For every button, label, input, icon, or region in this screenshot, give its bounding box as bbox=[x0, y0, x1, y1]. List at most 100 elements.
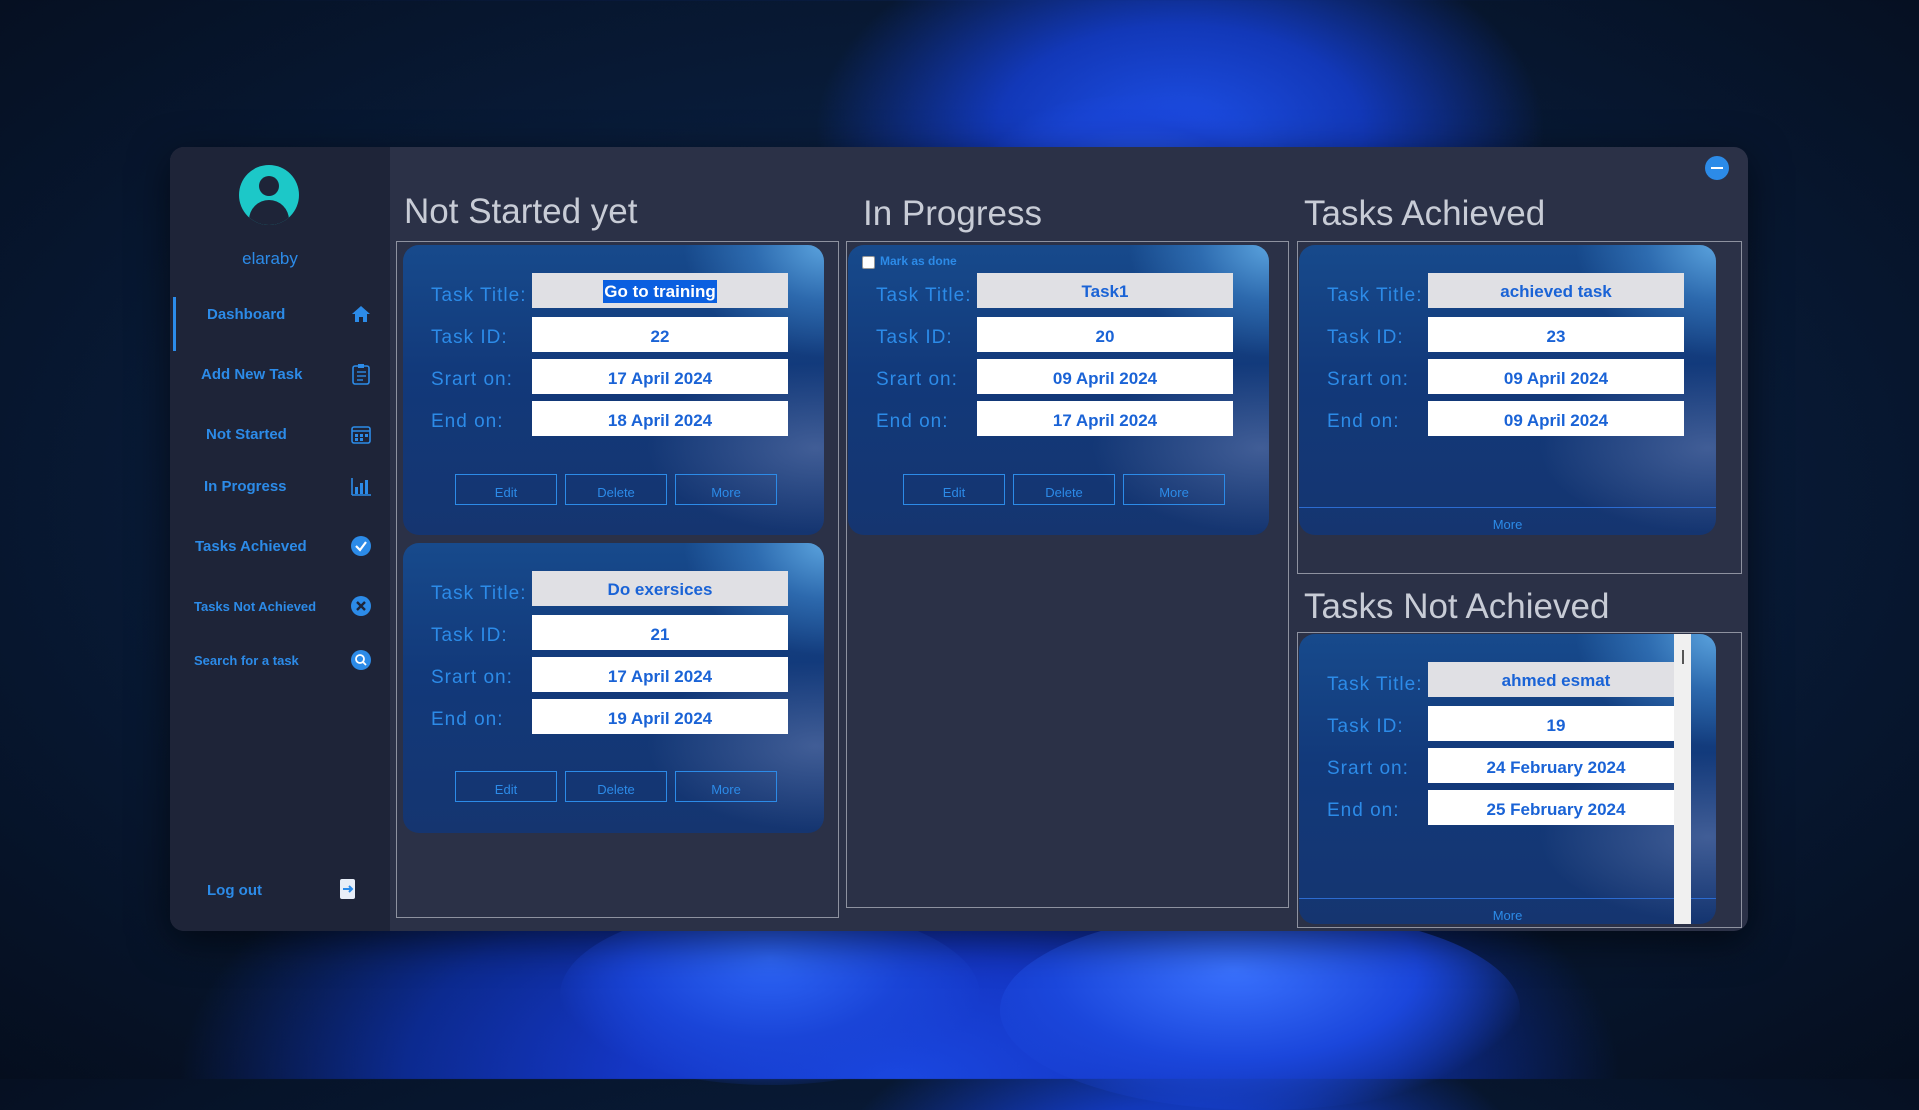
more-button[interactable]: More bbox=[1299, 507, 1716, 535]
sidebar-item-label: Tasks Achieved bbox=[195, 538, 307, 555]
task-title-field[interactable]: ahmed esmat bbox=[1428, 662, 1684, 697]
task-id-field[interactable]: 23 bbox=[1428, 317, 1684, 352]
calendar-icon bbox=[351, 426, 371, 444]
delete-button[interactable]: Delete bbox=[565, 771, 667, 802]
task-title-field[interactable]: Go to training bbox=[532, 273, 788, 308]
task-title-label: Task Title: bbox=[1327, 674, 1423, 695]
task-title-field[interactable]: Do exersices bbox=[532, 571, 788, 606]
task-card: Task Title: achieved task Task ID: 23 Sr… bbox=[1299, 245, 1716, 535]
wallpaper-petal bbox=[560, 905, 980, 1085]
in-progress-panel: Mark as done Task Title: Task1 Task ID: … bbox=[846, 241, 1289, 908]
end-on-label: End on: bbox=[1327, 411, 1400, 432]
sidebar-item-label: Tasks Not Achieved bbox=[194, 599, 317, 614]
column-title-not-started: Not Started yet bbox=[404, 192, 638, 231]
avatar-icon[interactable] bbox=[239, 165, 299, 225]
task-title-field[interactable]: Task1 bbox=[977, 273, 1233, 308]
x-circle-icon bbox=[351, 596, 371, 616]
delete-button[interactable]: Delete bbox=[1013, 474, 1115, 505]
start-on-label: Srart on: bbox=[876, 369, 958, 390]
edit-button[interactable]: Edit bbox=[455, 474, 557, 505]
minimize-icon[interactable] bbox=[1705, 156, 1729, 180]
search-icon bbox=[351, 650, 371, 670]
start-date-field[interactable]: 09 April 2024 bbox=[1428, 359, 1684, 394]
achieved-panel: Task Title: achieved task Task ID: 23 Sr… bbox=[1297, 241, 1742, 574]
task-title-label: Task Title: bbox=[431, 285, 527, 306]
edit-button[interactable]: Edit bbox=[455, 771, 557, 802]
sidebar-item-label: Not Started bbox=[206, 426, 287, 443]
start-on-label: Srart on: bbox=[1327, 369, 1409, 390]
column-title-achieved: Tasks Achieved bbox=[1304, 194, 1546, 233]
mark-done-label: Mark as done bbox=[880, 254, 957, 268]
bar-chart-icon bbox=[351, 478, 371, 496]
delete-button[interactable]: Delete bbox=[565, 474, 667, 505]
task-id-field[interactable]: 21 bbox=[532, 615, 788, 650]
task-id-label: Task ID: bbox=[876, 327, 953, 348]
end-on-label: End on: bbox=[431, 411, 504, 432]
more-button[interactable]: More bbox=[1299, 898, 1716, 924]
start-date-field[interactable]: 24 February 2024 bbox=[1428, 748, 1684, 783]
home-icon bbox=[352, 306, 370, 322]
more-button[interactable]: More bbox=[1123, 474, 1225, 505]
task-title-label: Task Title: bbox=[876, 285, 972, 306]
task-id-field[interactable]: 20 bbox=[977, 317, 1233, 352]
mark-done-checkbox[interactable] bbox=[862, 256, 875, 269]
more-button[interactable]: More bbox=[675, 474, 777, 505]
more-button[interactable]: More bbox=[675, 771, 777, 802]
task-id-field[interactable]: 22 bbox=[532, 317, 788, 352]
sidebar-item-label: Dashboard bbox=[207, 306, 286, 323]
start-on-label: Srart on: bbox=[431, 667, 513, 688]
sidebar-item-label: Search for a task bbox=[194, 653, 299, 668]
end-date-field[interactable]: 25 February 2024 bbox=[1428, 790, 1684, 825]
sidebar-item-dashboard[interactable]: Dashboard bbox=[170, 297, 390, 351]
end-date-field[interactable]: 17 April 2024 bbox=[977, 401, 1233, 436]
task-title-field[interactable]: achieved task bbox=[1428, 273, 1684, 308]
scrollbar[interactable] bbox=[1674, 634, 1691, 924]
sidebar-item-tasks-achieved[interactable]: Tasks Achieved bbox=[170, 533, 390, 579]
end-date-field[interactable]: 19 April 2024 bbox=[532, 699, 788, 734]
logout-button[interactable]: Log out bbox=[170, 878, 390, 924]
task-id-label: Task ID: bbox=[1327, 716, 1404, 737]
end-on-label: End on: bbox=[876, 411, 949, 432]
task-card: Task Title: Go to training Task ID: 22 S… bbox=[403, 245, 824, 535]
sidebar-item-label: In Progress bbox=[204, 478, 287, 495]
check-circle-icon bbox=[351, 536, 371, 556]
app-window: elaraby Dashboard Add New Task Not Start… bbox=[170, 147, 1748, 931]
start-date-field[interactable]: 09 April 2024 bbox=[977, 359, 1233, 394]
task-title-value: Go to training bbox=[603, 280, 717, 303]
main-area: Not Started yet In Progress Tasks Achiev… bbox=[390, 147, 1748, 931]
scrollbar-thumb[interactable] bbox=[1682, 650, 1684, 664]
column-title-in-progress: In Progress bbox=[863, 194, 1042, 233]
sidebar-item-not-started[interactable]: Not Started bbox=[170, 421, 390, 467]
sidebar: elaraby Dashboard Add New Task Not Start… bbox=[170, 147, 390, 931]
sidebar-item-in-progress[interactable]: In Progress bbox=[170, 473, 390, 519]
column-title-not-achieved: Tasks Not Achieved bbox=[1304, 587, 1610, 626]
start-on-label: Srart on: bbox=[1327, 758, 1409, 779]
username: elaraby bbox=[242, 249, 298, 268]
logout-label: Log out bbox=[207, 882, 262, 899]
task-id-label: Task ID: bbox=[431, 625, 508, 646]
sidebar-item-tasks-not-achieved[interactable]: Tasks Not Achieved bbox=[170, 593, 390, 639]
not-started-panel: Task Title: Go to training Task ID: 22 S… bbox=[396, 241, 839, 918]
end-date-field[interactable]: 09 April 2024 bbox=[1428, 401, 1684, 436]
task-title-label: Task Title: bbox=[1327, 285, 1423, 306]
sidebar-item-search[interactable]: Search for a task bbox=[170, 647, 390, 693]
sidebar-item-label: Add New Task bbox=[201, 366, 303, 383]
task-card: Task Title: Do exersices Task ID: 21 Sra… bbox=[403, 543, 824, 833]
end-on-label: End on: bbox=[1327, 800, 1400, 821]
clipboard-icon bbox=[352, 364, 370, 385]
task-id-label: Task ID: bbox=[431, 327, 508, 348]
end-on-label: End on: bbox=[431, 709, 504, 730]
start-date-field[interactable]: 17 April 2024 bbox=[532, 359, 788, 394]
task-card: Mark as done Task Title: Task1 Task ID: … bbox=[848, 245, 1269, 535]
logout-icon bbox=[340, 879, 355, 899]
edit-button[interactable]: Edit bbox=[903, 474, 1005, 505]
task-title-label: Task Title: bbox=[431, 583, 527, 604]
sidebar-item-add-new-task[interactable]: Add New Task bbox=[170, 361, 390, 407]
task-id-field[interactable]: 19 bbox=[1428, 706, 1684, 741]
start-date-field[interactable]: 17 April 2024 bbox=[532, 657, 788, 692]
start-on-label: Srart on: bbox=[431, 369, 513, 390]
end-date-field[interactable]: 18 April 2024 bbox=[532, 401, 788, 436]
task-card: Task Title: ahmed esmat Task ID: 19 Srar… bbox=[1299, 634, 1716, 924]
task-id-label: Task ID: bbox=[1327, 327, 1404, 348]
wallpaper-petal bbox=[1000, 910, 1520, 1110]
